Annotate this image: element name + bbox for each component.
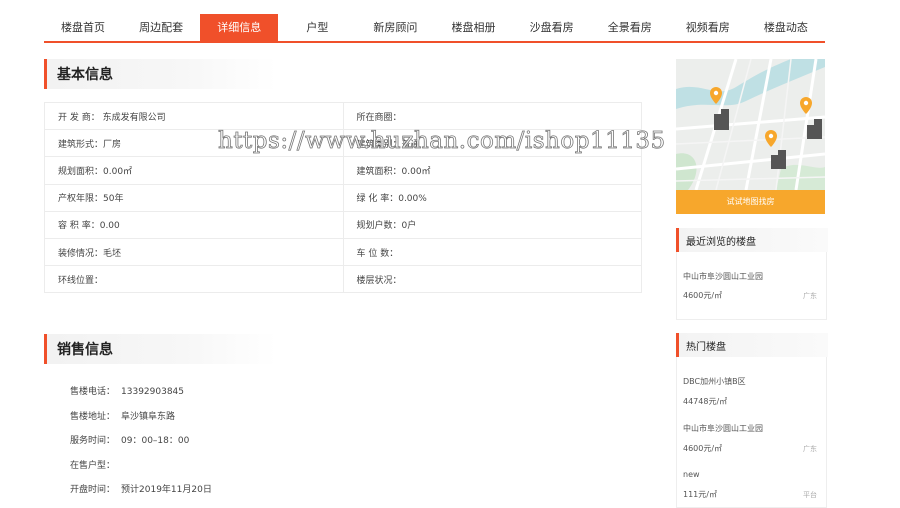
sales-info-title: 销售信息 <box>57 342 113 358</box>
opening-time-value: 预计2019年11月20日 <box>121 485 212 496</box>
plot-ratio-cell: 容 积 率：0.00 <box>44 210 344 239</box>
map-thumbnail[interactable] <box>676 59 825 190</box>
sales-info-list: 售楼电话： 13392903845 售楼地址： 阜沙镇阜东路 服务时间： 09：00–… <box>70 384 212 507</box>
floor-status-cell: 楼层状况： <box>342 265 642 294</box>
planned-area-cell: 规划面积：0.00㎡ <box>44 156 344 185</box>
recent-header: 最近浏览的楼盘 <box>676 228 828 252</box>
tab-home[interactable]: 楼盘首页 <box>44 14 122 41</box>
service-hours-value: 09：00–18：00 <box>121 436 190 447</box>
business-district-cell: 所在商圈： <box>342 101 642 131</box>
table-row: 建筑形式：厂房 建筑类别：普通 <box>44 129 642 158</box>
decoration-cell: 装修情况：毛坯 <box>44 237 344 267</box>
building-area-cell: 建筑面积：0.00㎡ <box>342 156 642 185</box>
hot-item-name[interactable]: 中山市阜沙圆山工业园 <box>683 423 763 434</box>
hot-item-name[interactable]: new <box>683 470 700 479</box>
basic-info-header: 基本信息 <box>44 59 277 89</box>
hot-item-name[interactable]: DBC加州小镇B区 <box>683 376 746 387</box>
table-row: 容 积 率：0.00 规划户数：0户 <box>44 210 642 239</box>
hot-item-region: 广东 <box>803 445 817 453</box>
tab-panorama[interactable]: 全景看房 <box>591 14 669 41</box>
recent-item-name[interactable]: 中山市阜沙圆山工业园 <box>683 271 763 282</box>
recent-title: 最近浏览的楼盘 <box>686 237 756 248</box>
hot-item-price: 44748元/㎡ <box>683 397 728 406</box>
ring-road-cell: 环线位置： <box>44 265 344 294</box>
recent-item-price: 4600元/㎡ <box>683 291 723 300</box>
sales-address-label: 售楼地址： <box>70 411 116 422</box>
tab-floorplans[interactable]: 户型 <box>278 14 356 41</box>
service-hours-label: 服务时间： <box>70 436 116 447</box>
basic-info-table: 开 发 商： 东成发有限公司 所在商圈： 建筑形式：厂房 建筑类别：普通 规划面… <box>44 101 642 294</box>
sales-phone-label: 售楼电话： <box>70 387 116 397</box>
hot-title: 热门楼盘 <box>686 342 726 353</box>
table-row: 装修情况：毛坯 车 位 数： <box>44 237 642 267</box>
sales-info-header: 销售信息 <box>44 334 277 364</box>
basic-info-title: 基本信息 <box>57 67 113 83</box>
sales-phone-row: 售楼电话： 13392903845 <box>70 384 212 409</box>
sales-address-row: 售楼地址： 阜沙镇阜东路 <box>70 409 212 434</box>
tab-video[interactable]: 视频看房 <box>669 14 747 41</box>
table-row: 产权年限：50年 绿 化 率：0.00% <box>44 183 642 212</box>
recent-item-region: 广东 <box>803 292 817 300</box>
table-row: 规划面积：0.00㎡ 建筑面积：0.00㎡ <box>44 156 642 185</box>
planned-households-cell: 规划户数：0户 <box>342 210 642 239</box>
hot-item-price: 111元/㎡ <box>683 490 717 499</box>
hot-header: 热门楼盘 <box>676 333 828 357</box>
tab-surroundings[interactable]: 周边配套 <box>122 14 200 41</box>
building-form-cell: 建筑形式：厂房 <box>44 129 344 158</box>
tab-sandbox[interactable]: 沙盘看房 <box>513 14 591 41</box>
table-row: 开 发 商： 东成发有限公司 所在商圈： <box>44 101 642 131</box>
tab-album[interactable]: 楼盘相册 <box>434 14 512 41</box>
service-hours-row: 服务时间： 09：00–18：00 <box>70 433 212 458</box>
map-graphic <box>676 59 825 190</box>
top-nav: 楼盘首页 周边配套 详细信息 户型 新房顾问 楼盘相册 沙盘看房 全景看房 视频… <box>44 14 825 43</box>
table-row: 环线位置： 楼层状况： <box>44 265 642 294</box>
tab-advisor[interactable]: 新房顾问 <box>356 14 434 41</box>
opening-time-row: 开盘时间： 预计2019年11月20日 <box>70 482 212 507</box>
opening-time-label: 开盘时间： <box>70 485 116 496</box>
recent-box <box>676 252 827 320</box>
parking-cell: 车 位 数： <box>342 237 642 267</box>
developer-cell: 开 发 商： 东成发有限公司 <box>44 101 344 131</box>
tab-details[interactable]: 详细信息 <box>200 14 279 41</box>
hot-item-price: 4600元/㎡ <box>683 444 723 453</box>
on-sale-types-row: 在售户型： <box>70 458 212 483</box>
building-type-cell: 建筑类别：普通 <box>342 129 642 158</box>
property-term-cell: 产权年限：50年 <box>44 183 344 212</box>
on-sale-types-label: 在售户型： <box>70 460 116 471</box>
sales-address-value: 阜沙镇阜东路 <box>121 411 176 422</box>
map-search-button[interactable]: 试试地图找房 <box>676 190 825 214</box>
green-rate-cell: 绿 化 率：0.00% <box>342 183 642 212</box>
tab-news[interactable]: 楼盘动态 <box>747 14 825 41</box>
sales-phone-value: 13392903845 <box>121 387 185 397</box>
